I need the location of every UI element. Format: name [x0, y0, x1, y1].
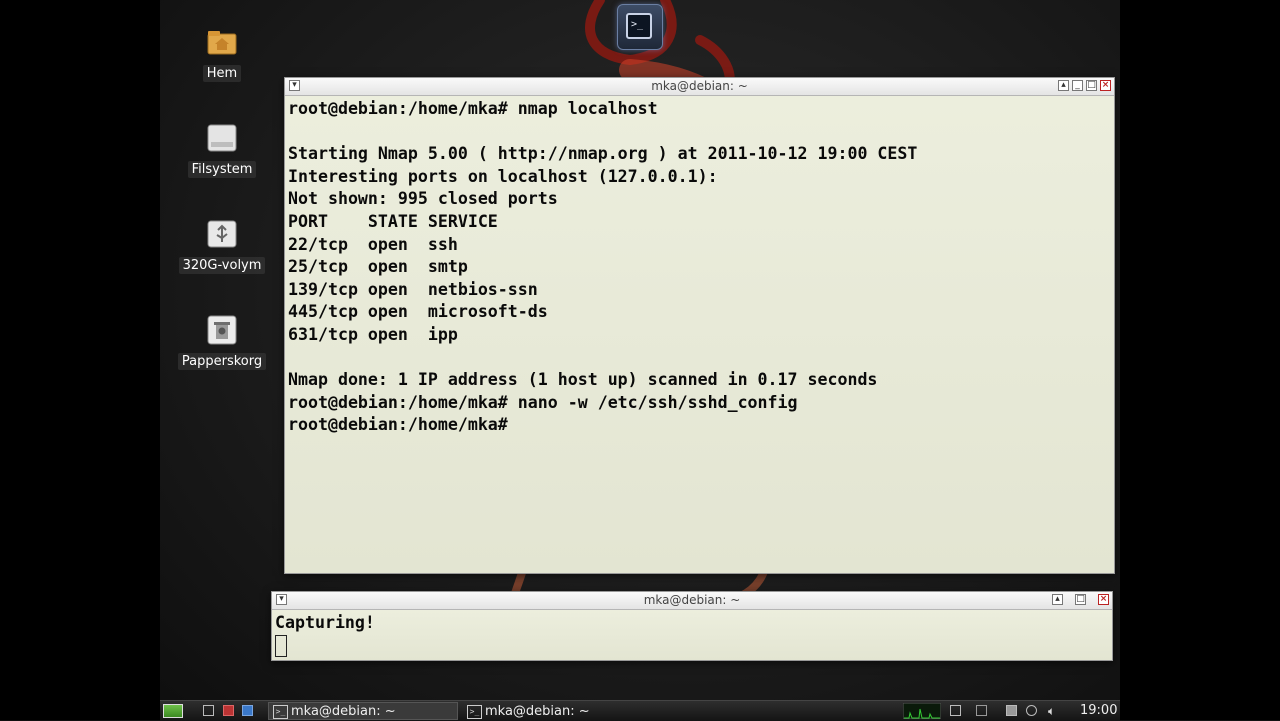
- desktop-icon-label: Hem: [202, 65, 242, 82]
- terminal-window-main[interactable]: ▾ mka@debian: ~ ▴ _ □ × root@debian:/hom…: [284, 77, 1115, 574]
- drive-icon: [206, 122, 238, 154]
- terminal-text: root@debian:/home/mka# nmap localhost St…: [285, 96, 1114, 439]
- clock[interactable]: 19:00: [1080, 701, 1117, 721]
- close-button[interactable]: ×: [1098, 594, 1109, 605]
- terminal-line: root@debian:/home/mka# nano -w /etc/ssh/…: [288, 392, 798, 412]
- shade-button[interactable]: ▴: [1052, 594, 1063, 605]
- window-titlebar[interactable]: ▾ mka@debian: ~ ▴ □ ×: [272, 592, 1112, 610]
- terminal-window-capture[interactable]: ▾ mka@debian: ~ ▴ □ × Capturing!: [271, 591, 1113, 661]
- window-list-icon[interactable]: [950, 705, 961, 716]
- terminal-text: Capturing!: [272, 610, 1112, 659]
- maximize-button[interactable]: □: [1086, 80, 1097, 91]
- terminal-line: Not shown: 995 closed ports: [288, 189, 558, 209]
- task-label: mka@debian: ~: [485, 704, 590, 719]
- browser-launcher-icon[interactable]: [242, 705, 253, 716]
- letterbox-right: [1120, 0, 1280, 720]
- desktop-icon-label: 320G-volym: [178, 257, 266, 274]
- window-title: mka@debian: ~: [643, 593, 741, 607]
- maximize-button[interactable]: □: [1075, 594, 1086, 605]
- desktop-icon-volume[interactable]: 320G-volym: [177, 218, 267, 274]
- usb-volume-icon: [206, 218, 238, 250]
- terminal-line: Starting Nmap 5.00 ( http://nmap.org ) a…: [288, 144, 918, 164]
- taskbar: >_ mka@debian: ~ >_ mka@debian: ~ 🔈︎ 19:…: [160, 700, 1120, 721]
- desktop: Hem Filsystem 320G-volym Papperskorg >_ …: [160, 0, 1120, 720]
- close-button[interactable]: ×: [1100, 80, 1111, 91]
- taskbar-task-terminal-2[interactable]: >_ mka@debian: ~: [462, 702, 652, 720]
- terminal-line: root@debian:/home/mka# nmap localhost: [288, 99, 658, 118]
- terminal-line: 25/tcp open smtp: [288, 257, 468, 277]
- window-title: mka@debian: ~: [651, 79, 748, 93]
- terminal-icon: >_: [626, 13, 652, 39]
- battery-icon[interactable]: [1006, 705, 1017, 716]
- terminal-line: Nmap done: 1 IP address (1 host up) scan…: [288, 370, 878, 390]
- desktop-icon-home[interactable]: Hem: [177, 26, 267, 82]
- terminal-line: 631/tcp open ipp: [288, 324, 458, 344]
- desktop-icon-label: Papperskorg: [177, 353, 267, 370]
- desktop-icon-label: Filsystem: [187, 161, 257, 178]
- cpu-monitor-graph: [903, 703, 941, 719]
- terminal-launcher[interactable]: >_: [617, 4, 663, 50]
- home-folder-icon: [206, 26, 238, 58]
- terminal-output[interactable]: root@debian:/home/mka# nmap localhost St…: [285, 96, 1114, 573]
- shade-button[interactable]: ▴: [1058, 80, 1069, 91]
- terminal-line: 139/tcp open netbios-ssn: [288, 279, 538, 299]
- terminal-icon: >_: [467, 705, 482, 719]
- window-titlebar[interactable]: ▾ mka@debian: ~ ▴ _ □ ×: [285, 78, 1114, 96]
- show-desktop-icon[interactable]: [203, 705, 214, 716]
- notification-icon[interactable]: [1026, 705, 1037, 716]
- network-icon[interactable]: [976, 705, 987, 716]
- terminal-line: Capturing!: [275, 613, 375, 632]
- desktop-icon-filesystem[interactable]: Filsystem: [177, 122, 267, 178]
- letterbox-left: [0, 0, 160, 720]
- taskbar-task-terminal-1[interactable]: >_ mka@debian: ~: [268, 702, 458, 720]
- terminal-line: PORT STATE SERVICE: [288, 211, 498, 231]
- terminal-line: root@debian:/home/mka#: [288, 415, 518, 435]
- terminal-line: 445/tcp open microsoft-ds: [288, 302, 548, 322]
- terminal-output[interactable]: Capturing!: [272, 610, 1112, 660]
- terminal-line: 22/tcp open ssh: [288, 234, 458, 254]
- start-menu-button[interactable]: [163, 704, 183, 718]
- task-label: mka@debian: ~: [291, 704, 396, 719]
- desktop-icon-trash[interactable]: Papperskorg: [177, 314, 267, 370]
- app-launcher-icon[interactable]: [223, 705, 234, 716]
- terminal-icon: >_: [273, 705, 288, 719]
- minimize-button[interactable]: _: [1072, 80, 1083, 91]
- trash-icon: [206, 314, 238, 346]
- volume-icon[interactable]: 🔈︎: [1048, 701, 1055, 721]
- terminal-cursor: [275, 635, 287, 658]
- terminal-line: Interesting ports on localhost (127.0.0.…: [288, 166, 718, 186]
